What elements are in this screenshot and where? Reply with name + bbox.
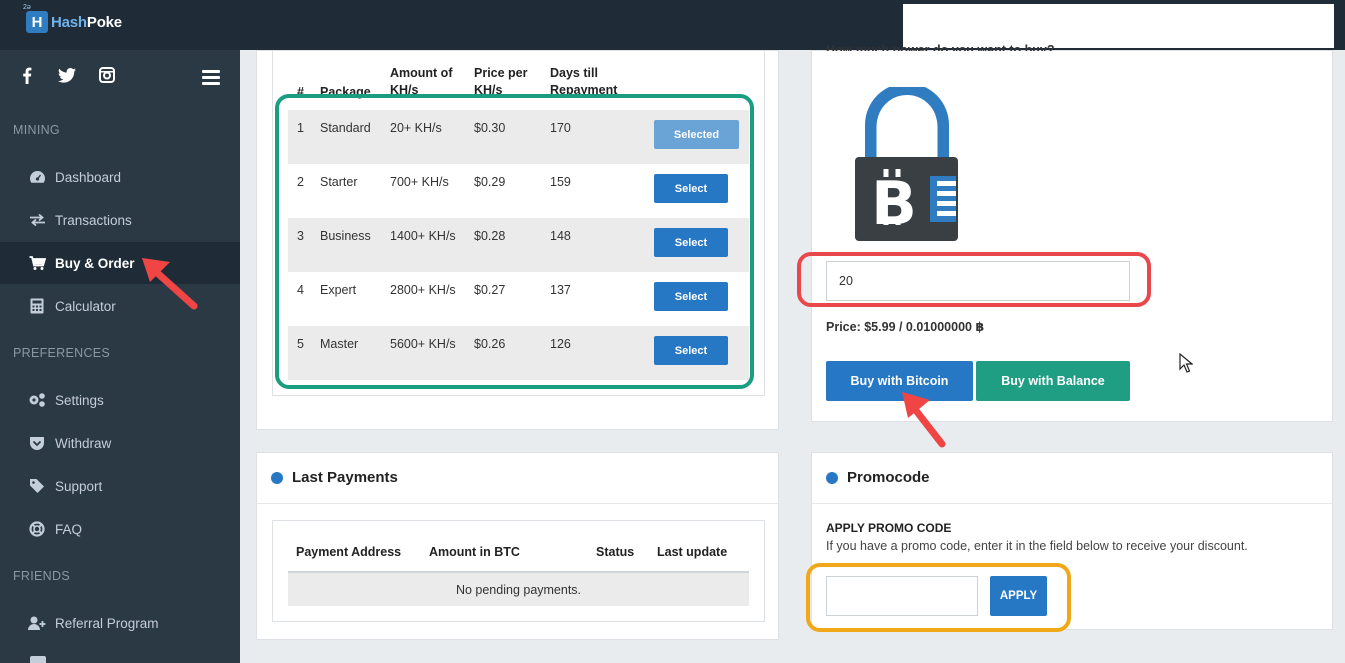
last-payments-title: Last Payments bbox=[271, 469, 398, 486]
promo-heading: APPLY PROMO CODE bbox=[826, 521, 952, 535]
dashboard-gauge-icon bbox=[28, 168, 46, 186]
price-display: Price: $5.99 / 0.01000000 ฿ bbox=[826, 320, 985, 334]
packages-table: # Package Amount of KH/s Price per KH/s Da… bbox=[272, 51, 765, 396]
last-payments-panel: Last Payments Payment Address Amount in … bbox=[256, 452, 779, 640]
calculator-icon bbox=[28, 297, 46, 315]
gears-icon bbox=[28, 391, 46, 409]
buy-panel: How much power do you want to buy? B 20 … bbox=[811, 43, 1333, 422]
header-amount-btc: Amount in BTC bbox=[429, 545, 520, 559]
header-amount: Amount of KH/s bbox=[390, 66, 453, 97]
sidebar-item-referral-program[interactable]: Referral Program bbox=[0, 602, 240, 644]
sidebar-item-support[interactable]: Support bbox=[0, 465, 240, 507]
table-row: 1 Standard 20+ KH/s $0.30 170 Selected bbox=[288, 110, 749, 164]
hashpower-amount-input[interactable]: 20 bbox=[826, 261, 1130, 301]
sidebar: MINING Dashboard Transactions Buy & Orde… bbox=[0, 50, 240, 663]
header-num: # bbox=[297, 85, 304, 99]
table-row: 5 Master 5600+ KH/s $0.26 126 Select bbox=[288, 326, 749, 380]
sidebar-item-faq[interactable]: FAQ bbox=[0, 508, 240, 550]
sidebar-item-label: Transactions bbox=[55, 212, 132, 228]
sidebar-item-buy-order[interactable]: Buy & Order bbox=[0, 242, 240, 284]
mouse-cursor-icon bbox=[1179, 353, 1193, 373]
table-row: 3 Business 1400+ KH/s $0.28 148 Select bbox=[288, 218, 749, 272]
sidebar-item-label: Withdraw bbox=[55, 435, 112, 451]
sidebar-item-label: Dashboard bbox=[55, 169, 122, 185]
promo-code-input[interactable] bbox=[826, 576, 978, 616]
sidebar-item-label: Buy & Order bbox=[55, 255, 135, 271]
user-plus-icon bbox=[28, 614, 46, 632]
buy-with-bitcoin-button[interactable]: Buy with Bitcoin bbox=[826, 361, 973, 401]
sidebar-item-label: Calculator bbox=[55, 298, 116, 314]
sidebar-item-withdraw[interactable]: Withdraw bbox=[0, 422, 240, 464]
empty-payments-message: No pending payments. bbox=[288, 571, 749, 606]
shopping-cart-icon bbox=[28, 254, 46, 272]
bullet-dot-icon bbox=[826, 471, 838, 484]
hamburger-menu-icon[interactable] bbox=[202, 70, 220, 88]
payments-table: Payment Address Amount in BTC Status Las… bbox=[272, 520, 765, 622]
life-ring-icon bbox=[28, 520, 46, 538]
brand-name: HashPoke bbox=[51, 13, 122, 31]
section-title-mining: MINING bbox=[13, 123, 60, 137]
arrows-exchange-icon bbox=[28, 211, 46, 229]
sidebar-item-label: FAQ bbox=[55, 521, 83, 537]
select-button[interactable]: Select bbox=[654, 336, 728, 365]
logo-mark-icon: 2ǝ H bbox=[23, 4, 48, 33]
sidebar-item-label: Support bbox=[55, 478, 103, 494]
sidebar-item-transactions[interactable]: Transactions bbox=[0, 199, 240, 241]
header-package: Package bbox=[320, 85, 371, 99]
selected-button[interactable]: Selected bbox=[654, 120, 739, 149]
tag-icon bbox=[28, 477, 46, 495]
divider bbox=[257, 503, 778, 504]
pocket-shield-icon bbox=[28, 434, 46, 452]
header-days: Days till Repayment bbox=[550, 66, 618, 97]
social-links bbox=[18, 66, 116, 84]
instagram-icon[interactable] bbox=[98, 66, 116, 84]
sidebar-item-calculator[interactable]: Calculator bbox=[0, 285, 240, 327]
promocode-panel: Promocode APPLY PROMO CODE If you have a… bbox=[811, 452, 1333, 630]
section-title-friends: FRIENDS bbox=[13, 569, 70, 583]
top-bar: 2ǝ H HashPoke bbox=[0, 0, 1345, 50]
apply-promo-button[interactable]: APPLY bbox=[990, 576, 1047, 616]
packages-panel: # Package Amount of KH/s Price per KH/s Da… bbox=[256, 50, 779, 430]
promo-description: If you have a promo code, enter it in th… bbox=[826, 539, 1248, 553]
bitcoin-lock-icon: B bbox=[855, 87, 958, 241]
select-button[interactable]: Select bbox=[654, 228, 728, 257]
svg-text:B: B bbox=[871, 169, 917, 239]
buy-with-balance-button[interactable]: Buy with Balance bbox=[976, 361, 1130, 401]
promocode-title: Promocode bbox=[826, 469, 930, 486]
packages-table-header: # Package Amount of KH/s Price per KH/s Da… bbox=[273, 65, 766, 111]
top-redacted-area bbox=[903, 4, 1334, 48]
divider bbox=[812, 503, 1332, 504]
header-last-update: Last update bbox=[657, 545, 728, 559]
header-price: Price per KH/s bbox=[474, 66, 528, 97]
select-button[interactable]: Select bbox=[654, 282, 728, 311]
section-title-preferences: PREFERENCES bbox=[13, 346, 111, 360]
select-button[interactable]: Select bbox=[654, 174, 728, 203]
twitter-icon[interactable] bbox=[58, 66, 76, 84]
bullet-dot-icon bbox=[271, 471, 283, 484]
buy-question: How much power do you want to buy? bbox=[826, 43, 1055, 51]
sidebar-item-label: Referral Program bbox=[55, 615, 159, 631]
logo[interactable]: 2ǝ H HashPoke bbox=[23, 4, 122, 33]
partial-sidebar-icon bbox=[30, 656, 46, 663]
header-payment-address: Payment Address bbox=[296, 545, 402, 559]
sidebar-item-settings[interactable]: Settings bbox=[0, 379, 240, 421]
facebook-icon[interactable] bbox=[18, 66, 36, 84]
table-row: 2 Starter 700+ KH/s $0.29 159 Select bbox=[288, 164, 749, 218]
sidebar-item-label: Settings bbox=[55, 392, 104, 408]
table-row: 4 Expert 2800+ KH/s $0.27 137 Select bbox=[288, 272, 749, 326]
sidebar-item-dashboard[interactable]: Dashboard bbox=[0, 156, 240, 198]
header-status: Status bbox=[596, 545, 635, 559]
